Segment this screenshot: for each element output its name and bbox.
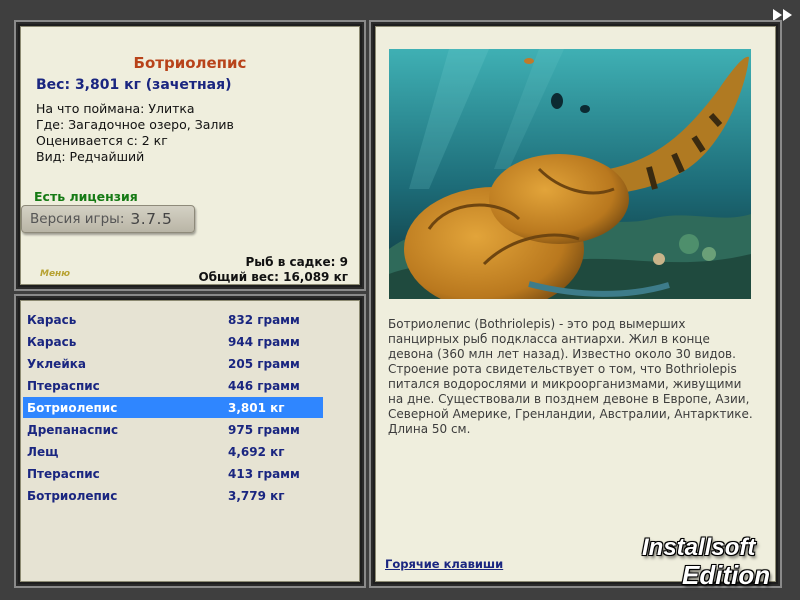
catch-row[interactable]: Лещ 4,692 кг <box>23 441 323 462</box>
catch-weight: 3,779 кг <box>228 489 285 503</box>
catch-row-selected[interactable]: Ботриолепис 3,801 кг <box>23 397 323 418</box>
catch-weight: 975 грамм <box>228 423 300 437</box>
hotkeys-link[interactable]: Горячие клавиши <box>385 557 503 571</box>
catch-name: Лещ <box>27 445 59 459</box>
catch-row[interactable]: Карась 832 грамм <box>23 309 323 330</box>
fish-weight: Вес: 3,801 кг (зачетная) <box>36 77 232 93</box>
catch-list: Карась 832 грамм Карась 944 грамм Уклейк… <box>20 300 360 582</box>
catch-name: Птераспис <box>27 379 100 393</box>
catch-list-frame: Карась 832 грамм Карась 944 грамм Уклейк… <box>14 294 366 588</box>
catch-row[interactable]: Птераспис 413 грамм <box>23 463 323 484</box>
catch-weight: 3,801 кг <box>228 401 285 415</box>
fish-description: Ботриолепис (Bothriolepis) - это род вым… <box>388 317 753 436</box>
catch-weight: 413 грамм <box>228 467 300 481</box>
catch-row[interactable]: Карась 944 грамм <box>23 331 323 352</box>
catch-weight: 205 грамм <box>228 357 300 371</box>
catch-weight: 832 грамм <box>228 313 300 327</box>
catch-name: Уклейка <box>27 357 86 371</box>
catch-name: Карась <box>27 313 77 327</box>
fish-details-frame: Ботриолепис (Bothriolepis) - это род вым… <box>369 20 782 588</box>
valued-from: Оценивается с: 2 кг <box>36 133 168 148</box>
fish-rarity: Вид: Редчайший <box>36 149 145 164</box>
caught-location: Где: Загадочное озеро, Залив <box>36 117 234 132</box>
catch-row[interactable]: Ботриолепис 3,779 кг <box>23 485 323 506</box>
fish-illustration <box>389 49 751 299</box>
catch-weight: 4,692 кг <box>228 445 285 459</box>
version-label: Версия игры: <box>30 211 125 227</box>
catch-name: Ботриолепис <box>27 489 118 503</box>
keepnet-total-weight: Общий вес: 16,089 кг <box>198 270 348 284</box>
game-version-badge: Версия игры: 3.7.5 <box>21 205 195 233</box>
catch-weight: 944 грамм <box>228 335 300 349</box>
menu-button[interactable]: Меню <box>40 269 70 279</box>
caught-on-bait: На что поймана: Улитка <box>36 101 195 116</box>
catch-weight: 446 грамм <box>228 379 300 393</box>
catch-name: Дрепанаспис <box>27 423 119 437</box>
fish-title: Ботриолепис <box>133 54 247 72</box>
fish-details-panel: Ботриолепис (Bothriolepis) - это род вым… <box>375 26 776 582</box>
catch-name: Карась <box>27 335 77 349</box>
keepnet-count: Рыб в садке: 9 <box>245 255 349 269</box>
keepnet-summary: Рыб в садке: 9 Общий вес: 16,089 кг <box>198 255 348 285</box>
catch-name: Ботриолепис <box>27 401 118 415</box>
catch-name: Птераспис <box>27 467 100 481</box>
version-value: 3.7.5 <box>130 210 173 228</box>
catch-row[interactable]: Уклейка 205 грамм <box>23 353 323 374</box>
fish-info-panel: Ботриолепис Вес: 3,801 кг (зачетная) На … <box>20 26 360 285</box>
license-status: Есть лицензия <box>34 189 138 204</box>
catch-row[interactable]: Птераспис 446 грамм <box>23 375 323 396</box>
fish-info-frame: Ботриолепис Вес: 3,801 кг (зачетная) На … <box>14 20 366 291</box>
catch-row[interactable]: Дрепанаспис 975 грамм <box>23 419 323 440</box>
